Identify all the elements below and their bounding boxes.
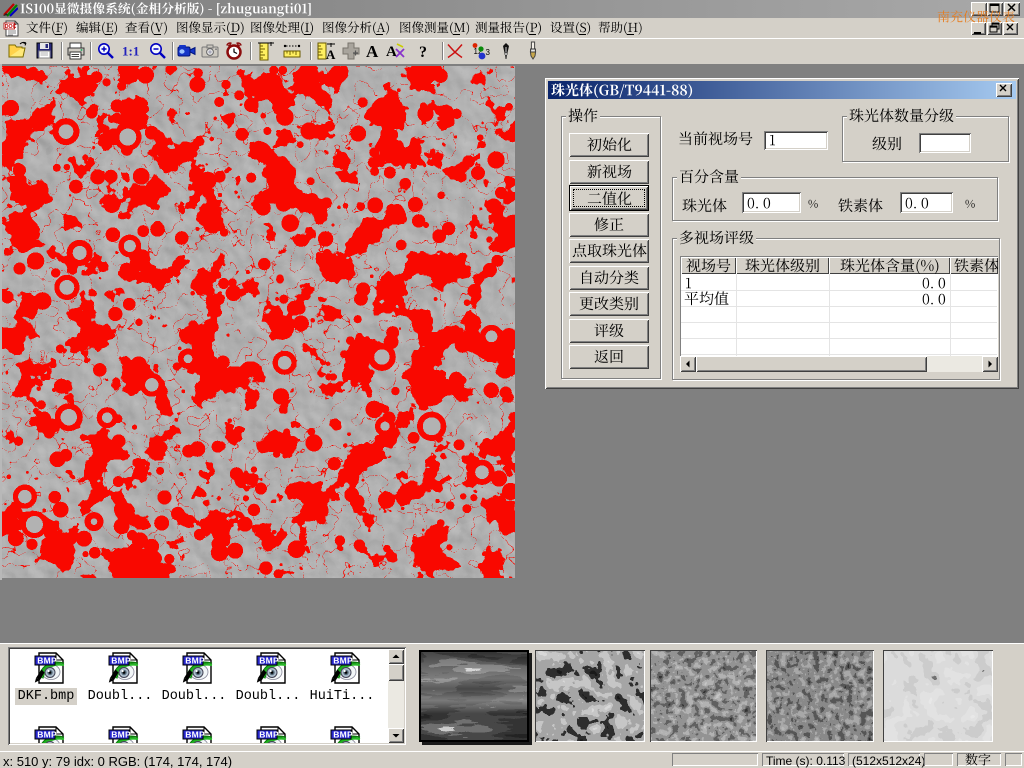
svg-text:BMP: BMP	[259, 730, 279, 740]
svg-text:BMP: BMP	[185, 656, 205, 666]
svg-text:?: ?	[419, 44, 427, 61]
svg-text:A: A	[326, 47, 336, 61]
svg-text:BMP: BMP	[37, 730, 57, 740]
svg-text:A: A	[386, 44, 397, 60]
svg-text:BMP: BMP	[111, 656, 131, 666]
svg-text:BMP: BMP	[111, 730, 131, 740]
svg-text:BMP: BMP	[185, 730, 205, 740]
svg-text:A: A	[366, 42, 379, 61]
svg-text:BMP: BMP	[259, 656, 279, 666]
svg-text:DOC: DOC	[5, 24, 17, 30]
svg-text:BMP: BMP	[37, 656, 57, 666]
svg-text:BMP: BMP	[333, 730, 353, 740]
svg-text:3: 3	[486, 48, 491, 57]
svg-text:1:1: 1:1	[122, 44, 139, 59]
svg-text:BMP: BMP	[333, 656, 353, 666]
